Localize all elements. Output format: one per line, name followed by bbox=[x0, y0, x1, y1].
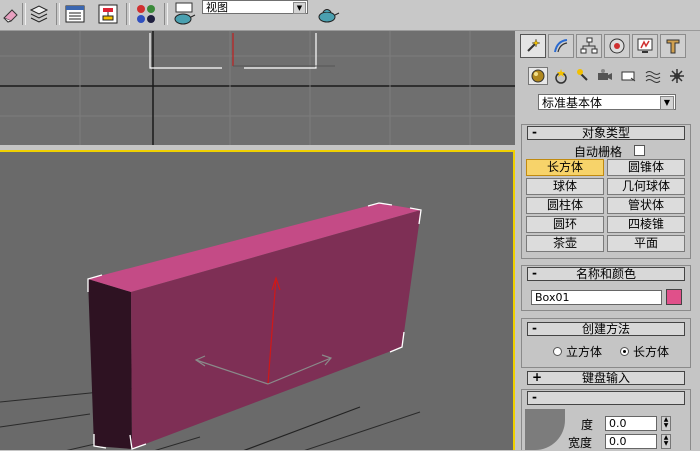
material-editor-icon[interactable] bbox=[134, 2, 158, 26]
motion-tab-icon[interactable] bbox=[604, 34, 630, 58]
render-scene-icon[interactable] bbox=[172, 2, 196, 26]
toolbar-separator bbox=[56, 3, 60, 25]
display-tab-icon[interactable] bbox=[632, 34, 658, 58]
main-toolbar: 视图 ▼ bbox=[0, 0, 700, 31]
keyboard-entry-title: 键盘输入 bbox=[581, 371, 630, 385]
name-color-title: 名称和颜色 bbox=[575, 267, 636, 281]
command-panel: 标准基本体 ▼ - 对象类型 自动栅格 长方体 圆锥体 球体 几何球体 圆柱体 … bbox=[517, 31, 700, 450]
box-button[interactable]: 长方体 bbox=[526, 159, 604, 176]
creation-method-header[interactable]: - 创建方法 bbox=[527, 322, 685, 336]
geometry-icon[interactable] bbox=[528, 67, 548, 85]
box-side-face bbox=[88, 279, 132, 449]
cube-radio-label: 立方体 bbox=[566, 345, 603, 359]
toolbar-separator bbox=[22, 3, 26, 25]
width-label: 宽度 bbox=[568, 436, 593, 450]
object-name-field[interactable]: Box01 bbox=[531, 290, 662, 305]
cone-button[interactable]: 圆锥体 bbox=[607, 159, 685, 176]
chevron-down-icon: ▼ bbox=[660, 96, 674, 110]
parameters-header[interactable]: - bbox=[527, 391, 685, 405]
pyramid-button[interactable]: 四棱锥 bbox=[607, 216, 685, 233]
track-view-icon[interactable] bbox=[63, 2, 87, 26]
shapes-icon[interactable] bbox=[551, 67, 571, 85]
autogrid-label: 自动栅格 bbox=[574, 145, 623, 159]
torus-button[interactable]: 圆环 bbox=[526, 216, 604, 233]
length-field[interactable]: 0.0 bbox=[605, 416, 657, 431]
keyboard-entry-header[interactable]: + 键盘输入 bbox=[527, 371, 685, 385]
teapot-button[interactable]: 茶壶 bbox=[526, 235, 604, 252]
space-warps-icon[interactable] bbox=[643, 67, 663, 85]
width-field[interactable]: 0.0 bbox=[605, 434, 657, 449]
top-viewport[interactable] bbox=[0, 31, 515, 145]
category-dropdown[interactable]: 标准基本体 ▼ bbox=[538, 94, 676, 110]
length-spinner[interactable]: ▲ ▼ bbox=[661, 416, 671, 431]
box-radio-label: 长方体 bbox=[633, 345, 670, 359]
create-tab-icon[interactable] bbox=[520, 34, 546, 58]
hierarchy-tab-icon[interactable] bbox=[576, 34, 602, 58]
perspective-viewport[interactable] bbox=[0, 150, 515, 450]
chevron-down-icon: ▼ bbox=[293, 2, 306, 14]
modify-tab-icon[interactable] bbox=[548, 34, 574, 58]
plane-button[interactable]: 平面 bbox=[607, 235, 685, 252]
cameras-icon[interactable] bbox=[595, 67, 615, 85]
tube-button[interactable]: 管状体 bbox=[607, 197, 685, 214]
category-dropdown-value: 标准基本体 bbox=[542, 96, 603, 110]
utilities-tab-icon[interactable] bbox=[660, 34, 686, 58]
autogrid-checkbox[interactable] bbox=[634, 145, 645, 156]
object-color-swatch[interactable] bbox=[666, 289, 682, 305]
view-dropdown-value: 视图 bbox=[206, 1, 228, 14]
width-spinner[interactable]: ▲ ▼ bbox=[661, 434, 671, 449]
cube-radio[interactable] bbox=[553, 347, 562, 356]
lights-icon[interactable] bbox=[573, 67, 593, 85]
helpers-icon[interactable] bbox=[619, 67, 639, 85]
geosphere-button[interactable]: 几何球体 bbox=[607, 178, 685, 195]
view-dropdown[interactable]: 视图 ▼ bbox=[202, 0, 308, 14]
box-radio[interactable] bbox=[620, 347, 629, 356]
sphere-button[interactable]: 球体 bbox=[526, 178, 604, 195]
systems-icon[interactable] bbox=[667, 67, 687, 85]
object-type-header[interactable]: - 对象类型 bbox=[527, 126, 685, 140]
creation-method-title: 创建方法 bbox=[581, 322, 630, 336]
top-viewport-grid bbox=[0, 31, 515, 145]
name-color-header[interactable]: - 名称和颜色 bbox=[527, 267, 685, 281]
toolbar-separator bbox=[126, 3, 130, 25]
cylinder-button[interactable]: 圆柱体 bbox=[526, 197, 604, 214]
perspective-scene bbox=[0, 202, 422, 450]
schematic-icon[interactable] bbox=[96, 2, 120, 26]
length-label: 度 bbox=[581, 418, 594, 432]
layer-manager-icon[interactable] bbox=[27, 2, 51, 26]
eraser-icon[interactable] bbox=[0, 2, 24, 26]
toolbar-separator bbox=[164, 3, 168, 25]
quick-render-icon[interactable] bbox=[316, 2, 340, 26]
object-type-title: 对象类型 bbox=[581, 126, 630, 140]
